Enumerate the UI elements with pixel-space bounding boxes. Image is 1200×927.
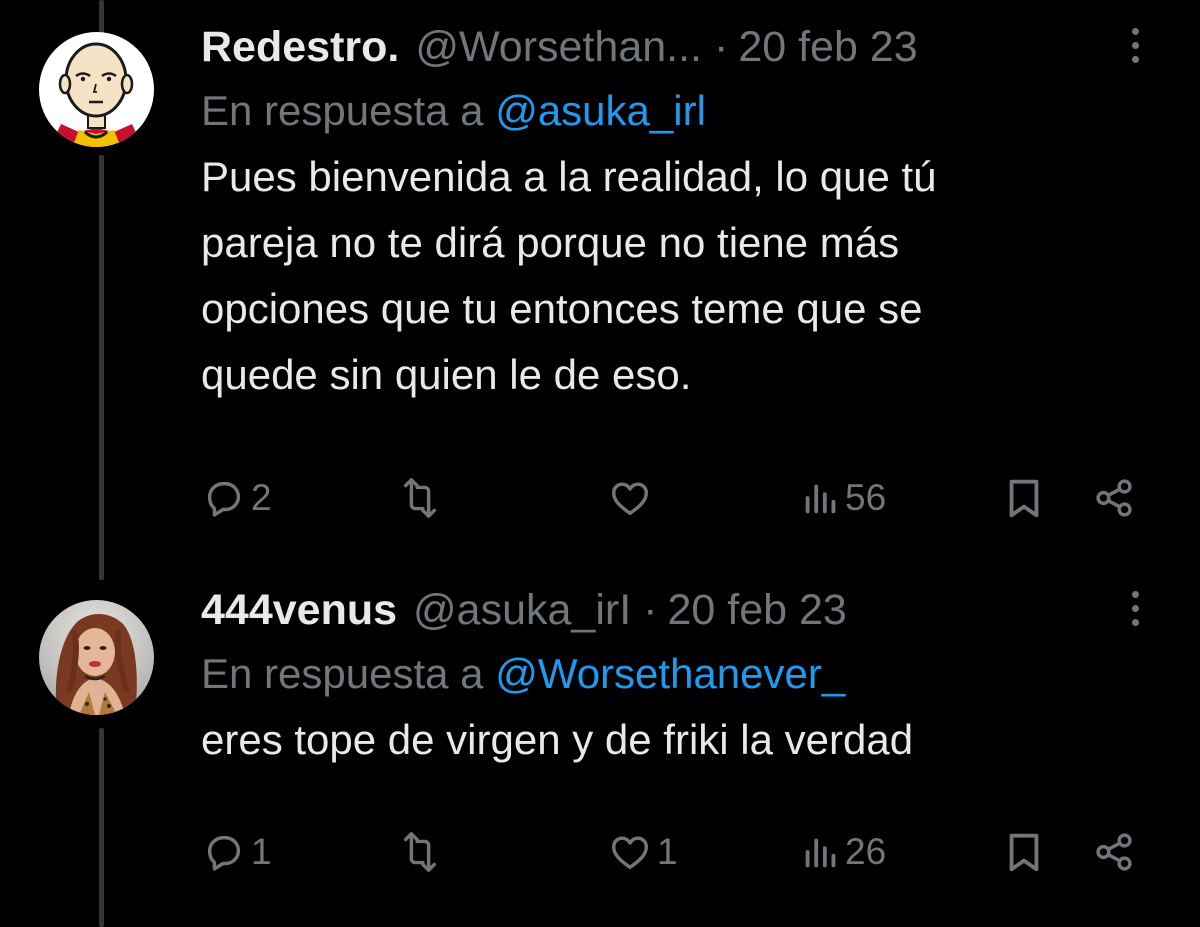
bookmark-button[interactable] (1001, 829, 1047, 875)
views-button[interactable]: 26 (801, 829, 886, 875)
reply-count: 2 (251, 477, 272, 518)
thread-line-2 (99, 728, 104, 927)
reply-context: En respuesta a @asuka_irl (201, 86, 1160, 136)
bald-hero-avatar-icon (39, 32, 154, 147)
views-chart-icon (805, 838, 836, 868)
reply-icon (207, 481, 241, 517)
display-name[interactable]: 444venus (201, 585, 397, 635)
more-options-button[interactable] (1110, 591, 1160, 651)
user-handle[interactable]: @asuka_irI (413, 585, 631, 635)
timestamp[interactable]: 20 feb 23 (668, 585, 847, 635)
avatar[interactable] (39, 600, 154, 715)
conversation-thread: Redestro. @Worsethan... · 20 feb 23 En r… (0, 0, 1200, 927)
more-dots-icon (1131, 605, 1139, 612)
reply-icon (207, 835, 241, 871)
more-options-button[interactable] (1110, 28, 1160, 88)
tweet-content: 444venus @asuka_irI · 20 feb 23 En respu… (201, 585, 1160, 773)
bookmark-button[interactable] (1001, 475, 1047, 521)
retweet-button[interactable] (397, 475, 447, 521)
heart-icon (611, 482, 649, 516)
like-button[interactable] (607, 475, 657, 521)
reply-button[interactable]: 2 (201, 475, 272, 521)
share-button[interactable] (1091, 829, 1137, 875)
thread-line-top (99, 0, 104, 34)
retweet-icon (403, 832, 437, 872)
bookmark-icon (1009, 833, 1039, 872)
tweet-content: Redestro. @Worsethan... · 20 feb 23 En r… (201, 22, 1160, 408)
like-count: 1 (657, 831, 678, 872)
display-name[interactable]: Redestro. (201, 22, 399, 72)
retweet-button[interactable] (397, 829, 447, 875)
tweet-header: 444venus @asuka_irI · 20 feb 23 (201, 585, 1160, 635)
profile-photo-avatar-icon (39, 600, 154, 715)
separator: · (643, 586, 658, 634)
user-handle[interactable]: @Worsethan... (415, 22, 702, 72)
share-icon (1096, 833, 1132, 871)
share-icon (1096, 479, 1132, 517)
timestamp[interactable]: 20 feb 23 (738, 22, 917, 72)
views-chart-icon (805, 484, 836, 514)
bookmark-icon (1009, 479, 1039, 518)
more-dots-icon (1131, 42, 1139, 49)
views-count: 56 (845, 477, 887, 518)
reply-mention-link[interactable]: @Worsethanever_ (495, 650, 845, 697)
more-dots-icon (1131, 28, 1139, 35)
avatar[interactable] (39, 32, 154, 147)
views-count: 26 (845, 831, 887, 872)
more-dots-icon (1131, 619, 1139, 626)
share-button[interactable] (1091, 475, 1137, 521)
thread-line-1 (99, 155, 104, 580)
reply-mention-link[interactable]: @asuka_irl (495, 87, 706, 134)
separator: · (713, 23, 729, 71)
like-button[interactable]: 1 (607, 829, 678, 875)
tweet-actions: 1 1 26 (201, 827, 1142, 877)
views-button[interactable]: 56 (801, 475, 886, 521)
tweet-header: Redestro. @Worsethan... · 20 feb 23 (201, 22, 1160, 72)
heart-icon (611, 836, 649, 870)
more-dots-icon (1131, 591, 1139, 598)
tweet-text: eres tope de virgen y de friki la verdad (201, 716, 914, 763)
tweet-actions: 2 56 (201, 473, 1142, 523)
reply-prefix: En respuesta a (201, 650, 496, 697)
more-dots-icon (1131, 56, 1139, 63)
reply-count: 1 (251, 831, 272, 872)
tweet-text: Pues bienvenida a la realidad, lo que tú… (201, 153, 937, 398)
reply-context: En respuesta a @Worsethanever_ (201, 649, 1160, 699)
reply-button[interactable]: 1 (201, 829, 272, 875)
retweet-icon (403, 478, 437, 518)
reply-prefix: En respuesta a (201, 87, 496, 134)
